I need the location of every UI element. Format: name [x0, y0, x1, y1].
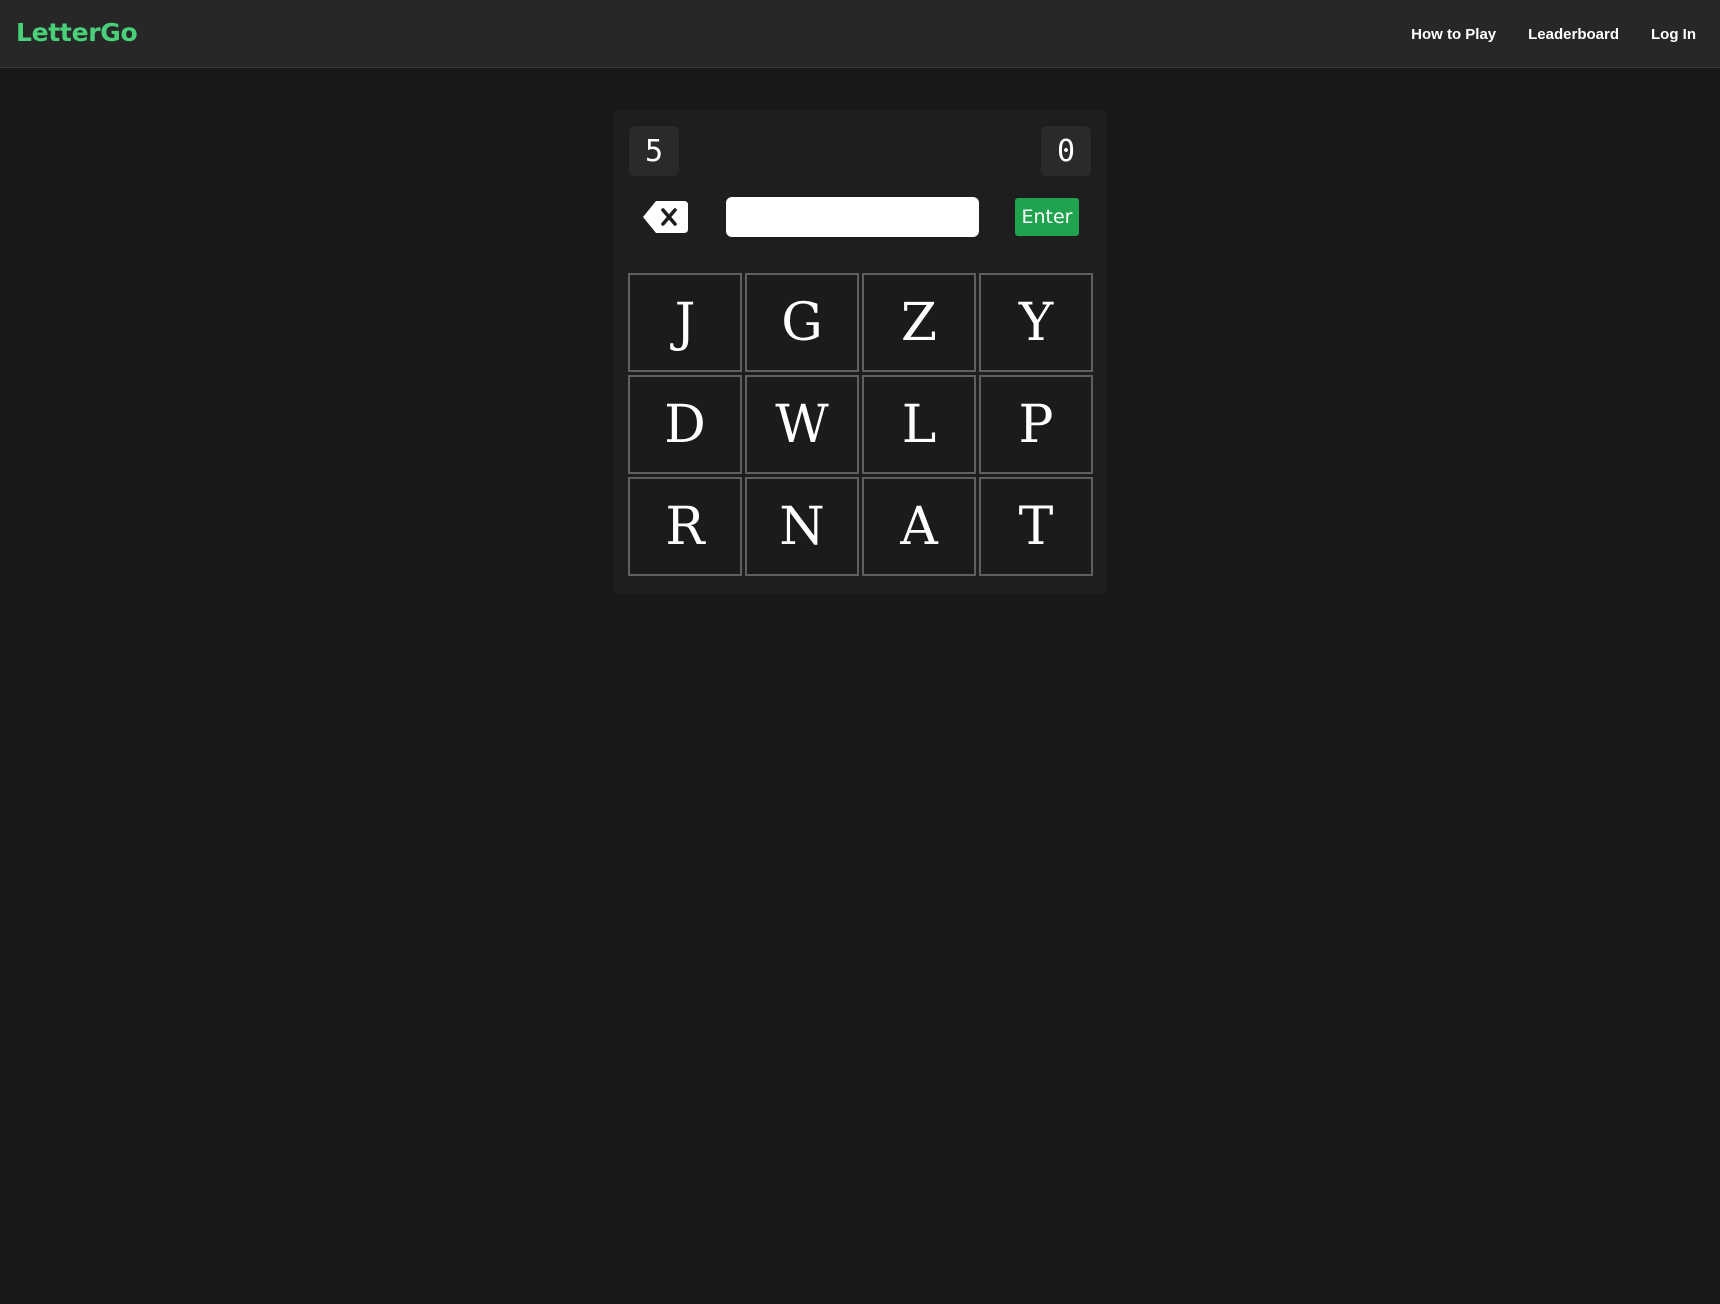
letter-tile[interactable]: G	[745, 273, 859, 372]
backspace-button[interactable]	[642, 199, 690, 235]
letter-tile[interactable]: Y	[979, 273, 1093, 372]
backspace-icon	[643, 201, 688, 233]
letter-tile[interactable]: L	[862, 375, 976, 474]
letter-tile[interactable]: N	[745, 477, 859, 576]
top-navbar: LetterGo How to Play Leaderboard Log In	[0, 0, 1720, 68]
word-input[interactable]	[726, 197, 979, 237]
score-counter: 0	[1041, 126, 1091, 176]
nav-links: How to Play Leaderboard Log In	[1411, 0, 1696, 68]
game-panel: 5 0 Enter J G Z Y D W L P R N A T	[613, 110, 1107, 594]
letter-tile[interactable]: J	[628, 273, 742, 372]
letter-tile[interactable]: P	[979, 375, 1093, 474]
letter-tile[interactable]: D	[628, 375, 742, 474]
nav-leaderboard[interactable]: Leaderboard	[1528, 26, 1619, 43]
letter-tile[interactable]: W	[745, 375, 859, 474]
nav-log-in[interactable]: Log In	[1651, 26, 1696, 43]
letter-grid: J G Z Y D W L P R N A T	[628, 273, 1093, 576]
letter-tile[interactable]: Z	[862, 273, 976, 372]
enter-button[interactable]: Enter	[1015, 198, 1079, 236]
nav-how-to-play[interactable]: How to Play	[1411, 26, 1496, 43]
letter-tile[interactable]: R	[628, 477, 742, 576]
letter-tile[interactable]: A	[862, 477, 976, 576]
left-counter: 5	[629, 126, 679, 176]
letter-tile[interactable]: T	[979, 477, 1093, 576]
app-logo[interactable]: LetterGo	[16, 18, 138, 47]
